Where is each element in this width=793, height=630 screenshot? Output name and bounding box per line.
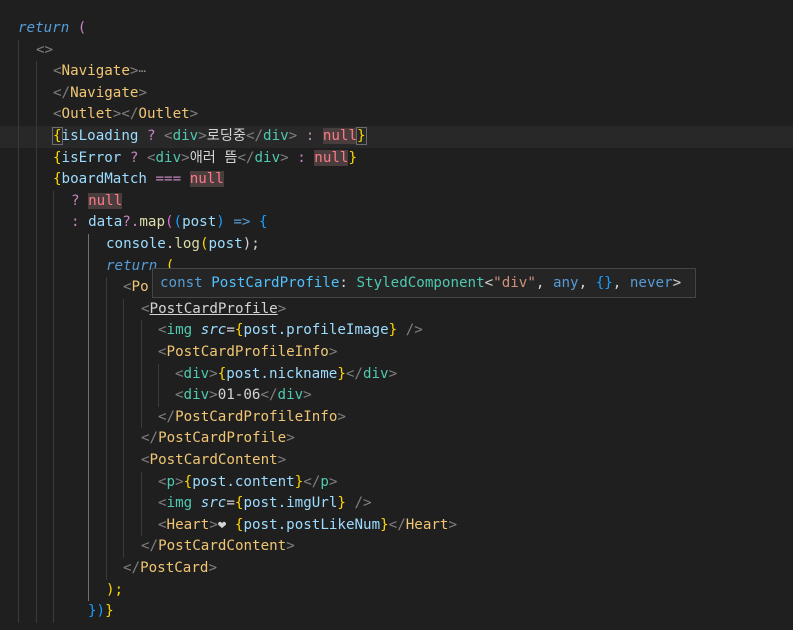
code-line: <Heart>❤ {post.postLikeNum}</Heart> bbox=[0, 514, 793, 537]
hovered-component[interactable]: PostCardProfile bbox=[150, 301, 278, 317]
code-line: <p>{post.content}</p> bbox=[0, 471, 793, 494]
code-line: ); bbox=[0, 579, 793, 602]
code-line: <img src={post.imgUrl} /> bbox=[0, 493, 793, 515]
code-line: </PostCardProfile> bbox=[0, 428, 793, 450]
code-line: </Navigate> bbox=[0, 82, 793, 105]
hover-type-tooltip: const PostCardProfile: StyledComponent<"… bbox=[152, 268, 696, 298]
code-line: <div>01-06</div> bbox=[0, 385, 793, 407]
code-line: <PostCardProfile> bbox=[0, 298, 793, 321]
code-line: return ( bbox=[0, 18, 793, 40]
code-line: </PostCard> bbox=[0, 558, 793, 580]
code-line: ? null bbox=[0, 190, 793, 213]
folded-region-icon[interactable]: ⋯ bbox=[138, 64, 145, 78]
code-line: <Navigate>⋯ bbox=[0, 61, 793, 83]
code-line-current: {isLoading ? <div>로딩중</div> : null} bbox=[0, 126, 793, 148]
component-navigate: Navigate bbox=[61, 63, 130, 80]
brace-match: { bbox=[52, 127, 63, 145]
code-editor[interactable]: return ( <> <Navigate>⋯ </Navigate> <Out… bbox=[0, 0, 793, 630]
code-line: <Outlet></Outlet> bbox=[0, 104, 793, 126]
code-line: </PostCardContent> bbox=[0, 536, 793, 558]
code-line: {boardMatch === null bbox=[0, 169, 793, 191]
brace-match: } bbox=[356, 127, 367, 145]
code-line: <div>{post.nickname}</div> bbox=[0, 363, 793, 386]
code-line: </PostCardProfileInfo> bbox=[0, 406, 793, 429]
code-line: {isError ? <div>애러 뜸</div> : null} bbox=[0, 147, 793, 170]
fragment-open: <> bbox=[36, 41, 54, 58]
code-line: : data?.map((post) => { bbox=[0, 212, 793, 234]
code-line: <img src={post.profileImage} /> bbox=[0, 320, 793, 342]
code-line: })} bbox=[0, 601, 793, 623]
code-line: <PostCardContent> bbox=[0, 450, 793, 472]
code-line: <> bbox=[0, 39, 793, 62]
paren: ( bbox=[77, 20, 87, 36]
code-line: console.log(post); bbox=[0, 234, 793, 256]
code-line: <PostCardProfileInfo> bbox=[0, 342, 793, 364]
keyword-return: return bbox=[18, 20, 70, 36]
